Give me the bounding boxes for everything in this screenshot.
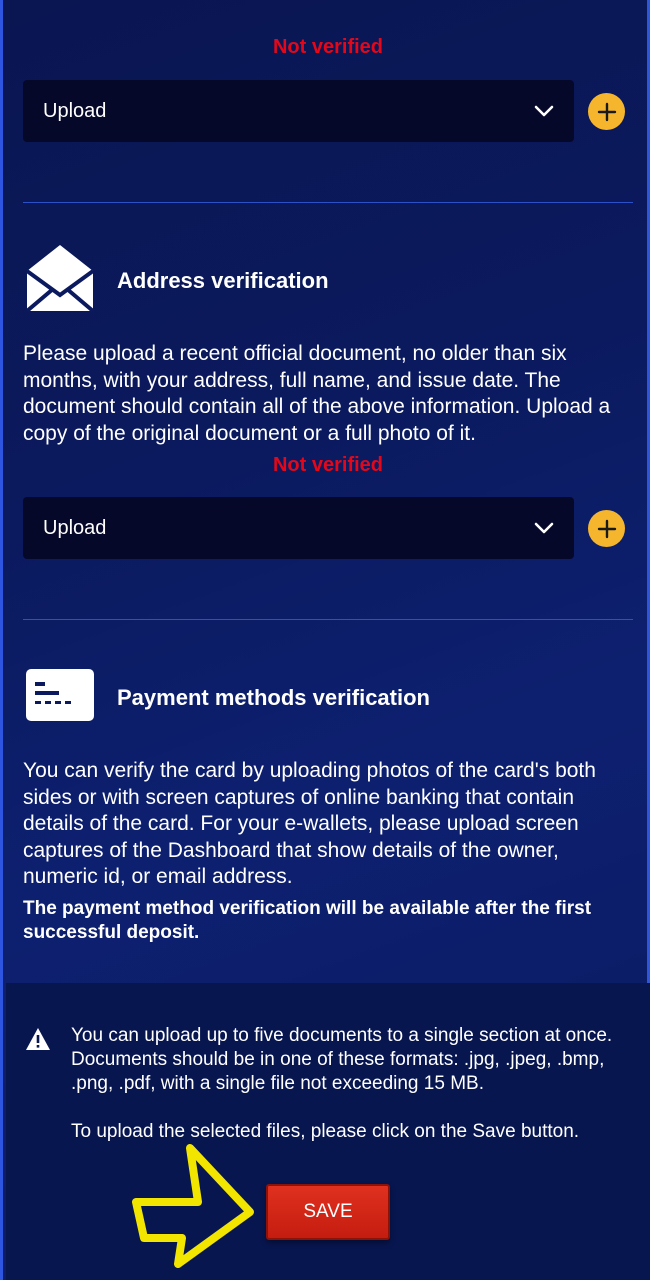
identity-add-button[interactable]	[588, 93, 625, 130]
plus-icon	[597, 102, 616, 121]
address-description: Please upload a recent official document…	[23, 342, 611, 445]
plus-icon	[597, 519, 616, 538]
section-divider	[23, 202, 633, 203]
address-select-value: Upload	[43, 516, 107, 539]
address-status: Not verified	[272, 454, 384, 476]
upload-info-text: You can upload up to five documents to a…	[71, 1025, 613, 1094]
chevron-down-icon	[534, 101, 554, 121]
address-title: Address verification	[117, 268, 329, 293]
chevron-down-icon	[534, 518, 554, 538]
highlight-arrow-icon	[128, 1140, 258, 1270]
warning-icon	[25, 1027, 51, 1051]
envelope-open-icon	[25, 243, 95, 313]
identity-status: Not verified	[272, 36, 384, 58]
section-divider	[23, 619, 633, 620]
address-upload-select[interactable]: Upload	[23, 497, 574, 559]
payment-title: Payment methods verification	[117, 685, 430, 710]
identity-select-value: Upload	[43, 99, 107, 122]
card-icon	[25, 668, 95, 738]
address-add-button[interactable]	[588, 510, 625, 547]
save-button[interactable]: SAVE	[266, 1184, 390, 1240]
identity-upload-select[interactable]: Upload	[23, 80, 574, 142]
payment-description: You can verify the card by uploading pho…	[23, 759, 596, 888]
payment-note: The payment method verification will be …	[23, 898, 592, 943]
